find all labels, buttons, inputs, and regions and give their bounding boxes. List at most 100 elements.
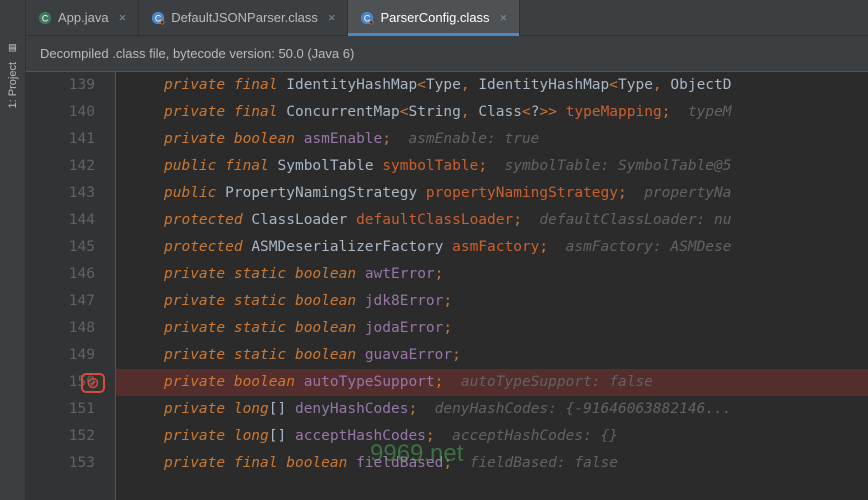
token-punct: ; bbox=[478, 158, 487, 174]
token-kw: boolean bbox=[234, 374, 295, 390]
token-punct: ; bbox=[452, 347, 461, 363]
code-line[interactable]: private final ConcurrentMap<String, Clas… bbox=[116, 99, 868, 126]
token-ident: acceptHashCodes bbox=[295, 428, 426, 444]
line-number[interactable]: 151 bbox=[26, 396, 95, 423]
code-line[interactable]: private static boolean awtError; bbox=[116, 261, 868, 288]
code-line[interactable]: private boolean asmEnable; asmEnable: tr… bbox=[116, 126, 868, 153]
token-type: String bbox=[408, 104, 460, 120]
token-punct: ; bbox=[435, 266, 444, 282]
code-line[interactable]: private static boolean jdk8Error; bbox=[116, 288, 868, 315]
token-type: Type bbox=[426, 77, 461, 93]
code-line[interactable]: private static boolean jodaError; bbox=[116, 315, 868, 342]
project-icon: ▤ bbox=[9, 40, 16, 54]
svg-text:C: C bbox=[364, 13, 370, 23]
token-kw: public bbox=[164, 158, 216, 174]
token-kw: static bbox=[234, 266, 286, 282]
tab-label: ParserConfig.class bbox=[380, 10, 489, 25]
line-number[interactable]: 152 bbox=[26, 423, 95, 450]
token-ident: guavaError bbox=[365, 347, 452, 363]
token-punct: ; bbox=[662, 104, 671, 120]
token-ident: jdk8Error bbox=[365, 293, 444, 309]
token-hint: denyHashCodes: {-91646063882146... bbox=[435, 401, 732, 417]
line-number[interactable]: 142 bbox=[26, 153, 95, 180]
token-type: IdentityHashMap bbox=[286, 77, 417, 93]
code-line[interactable]: private long[] denyHashCodes; denyHashCo… bbox=[116, 396, 868, 423]
token-punct: , bbox=[653, 77, 662, 93]
close-icon[interactable]: × bbox=[328, 10, 336, 25]
line-number[interactable]: 149 bbox=[26, 342, 95, 369]
token-hint: typeM bbox=[688, 104, 732, 120]
class-file-icon: C bbox=[360, 11, 374, 25]
close-icon[interactable]: × bbox=[500, 10, 508, 25]
token-kw: boolean bbox=[295, 320, 356, 336]
token-kw: static bbox=[234, 347, 286, 363]
token-kw: private bbox=[164, 131, 225, 147]
line-number[interactable]: 153 bbox=[26, 450, 95, 477]
editor-tab-2[interactable]: C ParserConfig.class × bbox=[348, 0, 520, 35]
close-icon[interactable]: × bbox=[119, 10, 127, 25]
token-type: Class bbox=[478, 104, 522, 120]
token-ident: awtError bbox=[365, 266, 435, 282]
line-number[interactable]: 145 bbox=[26, 234, 95, 261]
editor-tabbar: CApp.java×CDefaultJSONParser.class×CPars… bbox=[26, 0, 868, 36]
line-number[interactable]: 146 bbox=[26, 261, 95, 288]
java-file-icon: C bbox=[38, 11, 52, 25]
line-number[interactable]: 150 bbox=[26, 369, 95, 396]
line-number[interactable]: 148 bbox=[26, 315, 95, 342]
token-kw: private bbox=[164, 347, 225, 363]
code-area[interactable]: private final IdentityHashMap<Type, Iden… bbox=[116, 72, 868, 500]
line-number[interactable]: 139 bbox=[26, 72, 95, 99]
token-kw: final bbox=[234, 104, 278, 120]
token-kw: final bbox=[234, 455, 278, 471]
token-punct: ; bbox=[443, 455, 452, 471]
token-kw: private bbox=[164, 401, 225, 417]
token-hint: fieldBased: false bbox=[470, 455, 618, 471]
breakpoint-icon[interactable] bbox=[81, 373, 105, 393]
token-punct: < bbox=[609, 77, 618, 93]
token-field: propertyNamingStrategy bbox=[426, 185, 618, 201]
project-tool-label: 1: Project bbox=[7, 62, 19, 108]
token-kw: protected bbox=[164, 212, 243, 228]
token-kw: private bbox=[164, 428, 225, 444]
line-number[interactable]: 147 bbox=[26, 288, 95, 315]
token-punct: >> bbox=[539, 104, 556, 120]
line-number[interactable]: 144 bbox=[26, 207, 95, 234]
code-line[interactable]: public final SymbolTable symbolTable; sy… bbox=[116, 153, 868, 180]
code-line[interactable]: private boolean autoTypeSupport; autoTyp… bbox=[116, 369, 868, 396]
tab-label: App.java bbox=[58, 10, 109, 25]
decompiled-banner: Decompiled .class file, bytecode version… bbox=[26, 36, 868, 72]
token-type: ConcurrentMap bbox=[286, 104, 400, 120]
code-line[interactable]: protected ClassLoader defaultClassLoader… bbox=[116, 207, 868, 234]
token-kw: private bbox=[164, 293, 225, 309]
line-number[interactable]: 141 bbox=[26, 126, 95, 153]
token-type: [] bbox=[269, 401, 286, 417]
tab-label: DefaultJSONParser.class bbox=[171, 10, 318, 25]
token-punct: ; bbox=[408, 401, 417, 417]
editor-tab-1[interactable]: CDefaultJSONParser.class× bbox=[139, 0, 348, 35]
line-gutter[interactable]: 1391401411421431441451461471481491501511… bbox=[26, 72, 116, 500]
code-line[interactable]: private long[] acceptHashCodes; acceptHa… bbox=[116, 423, 868, 450]
token-punct: < bbox=[522, 104, 531, 120]
token-field: symbolTable bbox=[382, 158, 478, 174]
code-line[interactable]: protected ASMDeserializerFactory asmFact… bbox=[116, 234, 868, 261]
token-kw: private bbox=[164, 77, 225, 93]
token-punct: , bbox=[461, 104, 470, 120]
token-punct: ; bbox=[539, 239, 548, 255]
token-type: SymbolTable bbox=[278, 158, 374, 174]
token-kw: boolean bbox=[295, 347, 356, 363]
token-type: ObjectD bbox=[670, 77, 731, 93]
editor-main: CApp.java×CDefaultJSONParser.class×CPars… bbox=[26, 0, 868, 500]
code-editor[interactable]: 1391401411421431441451461471481491501511… bbox=[26, 72, 868, 500]
token-ident: asmEnable bbox=[304, 131, 383, 147]
line-number[interactable]: 143 bbox=[26, 180, 95, 207]
token-hint: asmFactory: ASMDese bbox=[566, 239, 732, 255]
editor-tab-0[interactable]: C App.java × bbox=[26, 0, 139, 35]
code-line[interactable]: public PropertyNamingStrategy propertyNa… bbox=[116, 180, 868, 207]
code-line[interactable]: private static boolean guavaError; bbox=[116, 342, 868, 369]
code-line[interactable]: private final boolean fieldBased; fieldB… bbox=[116, 450, 868, 477]
token-punct: , bbox=[461, 77, 470, 93]
token-hint: autoTypeSupport: false bbox=[461, 374, 653, 390]
line-number[interactable]: 140 bbox=[26, 99, 95, 126]
tool-window-rail[interactable]: ▤ 1: Project bbox=[0, 0, 26, 500]
code-line[interactable]: private final IdentityHashMap<Type, Iden… bbox=[116, 72, 868, 99]
